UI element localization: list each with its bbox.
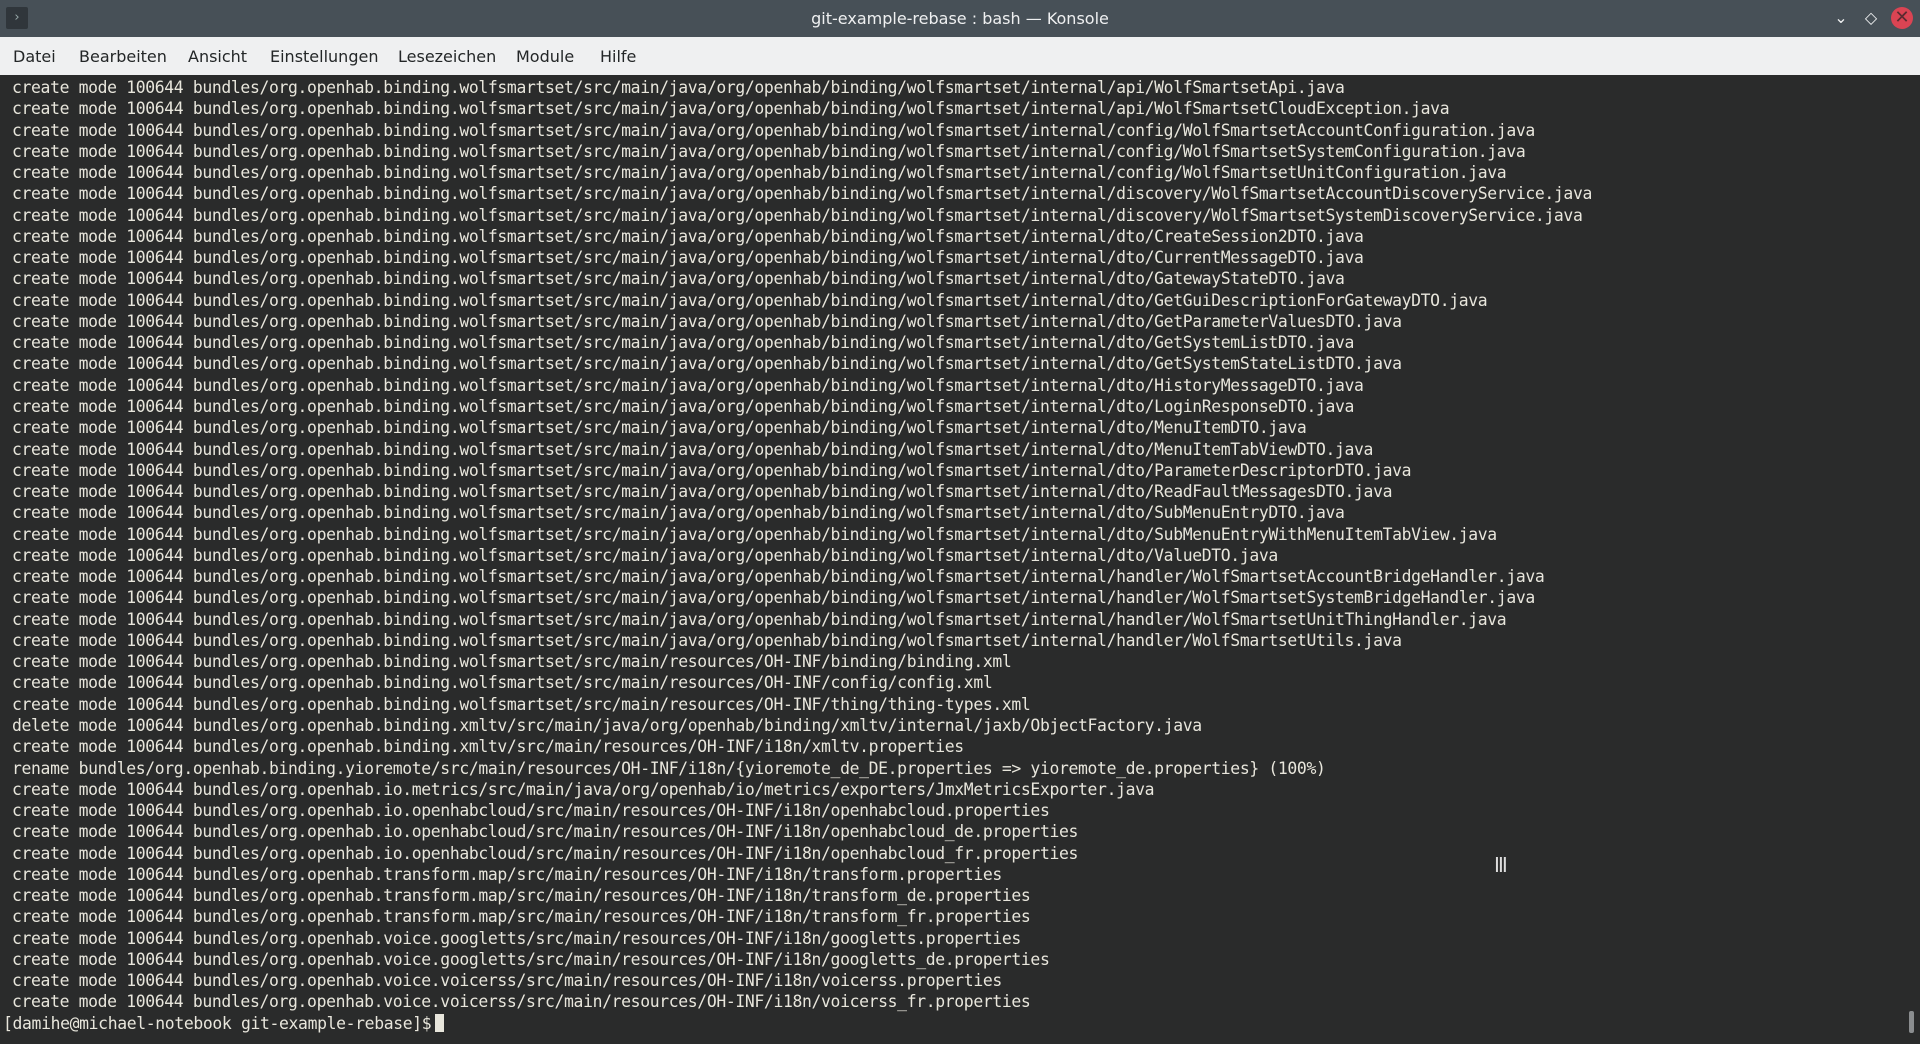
terminal-line: create mode 100644 bundles/org.openhab.b… bbox=[12, 418, 1307, 438]
menu-bar: Datei Bearbeiten Ansicht Einstellungen L… bbox=[0, 37, 1920, 75]
menu-datei[interactable]: Datei bbox=[13, 47, 56, 66]
chevron-down-icon: ⌄ bbox=[1834, 8, 1848, 27]
terminal-line: create mode 100644 bundles/org.openhab.b… bbox=[12, 609, 1507, 629]
terminal-line: create mode 100644 bundles/org.openhab.i… bbox=[12, 822, 1079, 842]
terminal-line: create mode 100644 bundles/org.openhab.b… bbox=[12, 269, 1345, 289]
terminal-line: create mode 100644 bundles/org.openhab.v… bbox=[12, 971, 1002, 991]
terminal-line: create mode 100644 bundles/org.openhab.b… bbox=[12, 120, 1535, 140]
menu-bearbeiten[interactable]: Bearbeiten bbox=[79, 47, 167, 66]
terminal-line: create mode 100644 bundles/org.openhab.v… bbox=[12, 928, 1021, 948]
terminal-line: create mode 100644 bundles/org.openhab.b… bbox=[12, 311, 1402, 331]
text-cursor-ibeam-icon: Ⅲ bbox=[1494, 853, 1508, 877]
terminal-line: create mode 100644 bundles/org.openhab.t… bbox=[12, 886, 1031, 906]
menu-ansicht[interactable]: Ansicht bbox=[188, 47, 247, 66]
shell-prompt: [damihe@michael-notebook git-example-reb… bbox=[3, 1013, 432, 1033]
close-icon: ✕ bbox=[1894, 7, 1910, 28]
minimize-button[interactable]: ⌄ bbox=[1829, 6, 1853, 30]
terminal-line: create mode 100644 bundles/org.openhab.b… bbox=[12, 333, 1355, 353]
terminal-line: create mode 100644 bundles/org.openhab.b… bbox=[12, 184, 1592, 204]
terminal-line: create mode 100644 bundles/org.openhab.i… bbox=[12, 779, 1155, 799]
terminal-output[interactable]: create mode 100644 bundles/org.openhab.b… bbox=[0, 75, 1920, 1044]
terminal-line: create mode 100644 bundles/org.openhab.b… bbox=[12, 588, 1535, 608]
terminal-line: create mode 100644 bundles/org.openhab.b… bbox=[12, 545, 1278, 565]
shell-prompt-line[interactable]: [damihe@michael-notebook git-example-reb… bbox=[3, 1013, 1592, 1034]
terminal-line: create mode 100644 bundles/org.openhab.b… bbox=[12, 524, 1497, 544]
terminal-line: create mode 100644 bundles/org.openhab.i… bbox=[12, 843, 1079, 863]
terminal-line: create mode 100644 bundles/org.openhab.b… bbox=[12, 248, 1364, 268]
window-title: git-example-rebase : bash — Konsole bbox=[811, 9, 1109, 28]
terminal-line: create mode 100644 bundles/org.openhab.b… bbox=[12, 673, 993, 693]
terminal-line: delete mode 100644 bundles/org.openhab.b… bbox=[12, 715, 1202, 735]
terminal-line: create mode 100644 bundles/org.openhab.b… bbox=[12, 226, 1364, 246]
terminal-line: create mode 100644 bundles/org.openhab.b… bbox=[12, 375, 1364, 395]
menu-hilfe[interactable]: Hilfe bbox=[600, 47, 636, 66]
terminal-line: create mode 100644 bundles/org.openhab.b… bbox=[12, 694, 1031, 714]
terminal-line: create mode 100644 bundles/org.openhab.b… bbox=[12, 737, 964, 757]
block-cursor bbox=[435, 1013, 445, 1032]
maximize-button[interactable]: ◇ bbox=[1859, 6, 1883, 30]
terminal-line: create mode 100644 bundles/org.openhab.b… bbox=[12, 99, 1450, 119]
terminal-line: create mode 100644 bundles/org.openhab.b… bbox=[12, 439, 1374, 459]
terminal-line: create mode 100644 bundles/org.openhab.b… bbox=[12, 460, 1412, 480]
terminal-line: create mode 100644 bundles/org.openhab.b… bbox=[12, 396, 1355, 416]
terminal-line: create mode 100644 bundles/org.openhab.v… bbox=[12, 949, 1050, 969]
terminal-line: create mode 100644 bundles/org.openhab.b… bbox=[12, 163, 1507, 183]
close-button[interactable]: ✕ bbox=[1891, 7, 1913, 29]
terminal-line: create mode 100644 bundles/org.openhab.t… bbox=[12, 907, 1031, 927]
terminal-line: create mode 100644 bundles/org.openhab.b… bbox=[12, 652, 1012, 672]
menu-lesezeichen[interactable]: Lesezeichen bbox=[398, 47, 496, 66]
title-bar[interactable]: › git-example-rebase : bash — Konsole ⌄ … bbox=[0, 0, 1920, 37]
terminal-line: create mode 100644 bundles/org.openhab.t… bbox=[12, 864, 1002, 884]
terminal-line: create mode 100644 bundles/org.openhab.b… bbox=[12, 290, 1488, 310]
terminal-line: create mode 100644 bundles/org.openhab.b… bbox=[12, 354, 1402, 374]
terminal-line: create mode 100644 bundles/org.openhab.b… bbox=[12, 503, 1345, 523]
terminal-line: create mode 100644 bundles/org.openhab.b… bbox=[12, 567, 1545, 587]
scrollbar-thumb[interactable] bbox=[1909, 1011, 1914, 1033]
terminal-line: create mode 100644 bundles/org.openhab.i… bbox=[12, 801, 1050, 821]
terminal-line: create mode 100644 bundles/org.openhab.b… bbox=[12, 205, 1583, 225]
terminal-line: create mode 100644 bundles/org.openhab.b… bbox=[12, 482, 1393, 502]
terminal-line: rename bundles/org.openhab.binding.yiore… bbox=[12, 758, 1326, 778]
diamond-icon: ◇ bbox=[1864, 8, 1878, 27]
menu-module[interactable]: Module bbox=[516, 47, 574, 66]
terminal-line: create mode 100644 bundles/org.openhab.b… bbox=[12, 630, 1402, 650]
terminal-line: create mode 100644 bundles/org.openhab.b… bbox=[12, 141, 1526, 161]
terminal-line: create mode 100644 bundles/org.openhab.v… bbox=[12, 992, 1031, 1012]
terminal-line: create mode 100644 bundles/org.openhab.b… bbox=[12, 78, 1345, 97]
menu-einstellungen[interactable]: Einstellungen bbox=[270, 47, 378, 66]
